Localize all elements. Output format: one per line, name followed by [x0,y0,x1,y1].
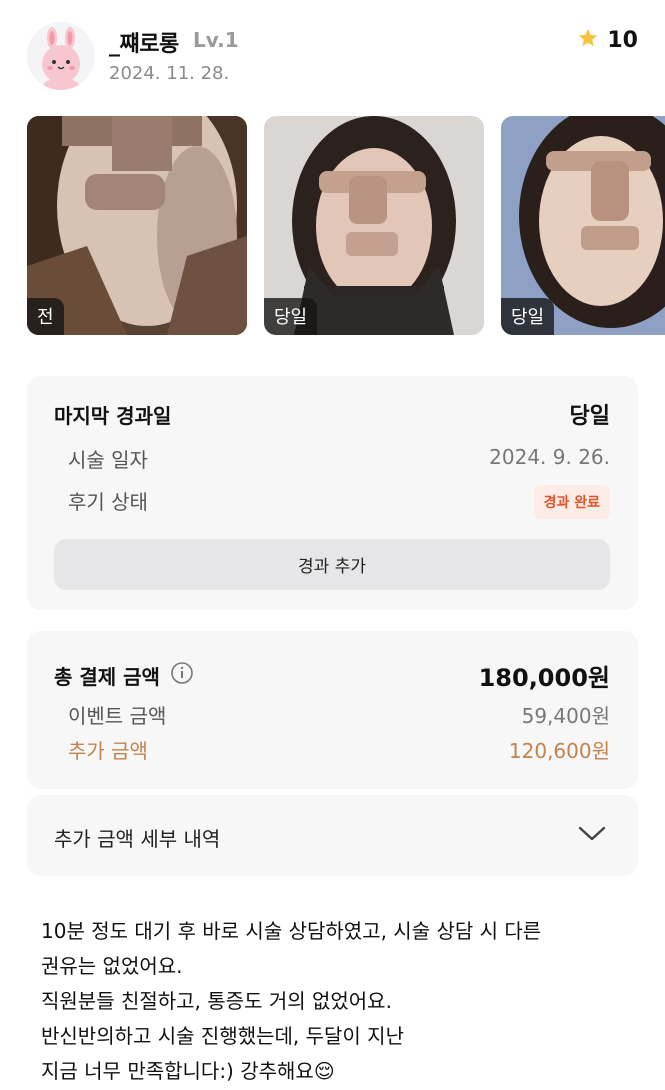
review-line: 권유는 없었어요. [41,954,183,978]
photo-day-of[interactable]: 당일 [501,116,665,335]
photo-gallery[interactable]: 전 당일 당일 [27,116,665,336]
procedure-date-label: 시술 일자 [68,448,148,472]
username[interactable]: _쨰로롱 [109,26,179,58]
event-amount-label: 이벤트 금액 [68,704,167,728]
relieved-face-emoji: 😌 [313,1059,335,1083]
last-progress-label: 마지막 경과일 [54,404,172,428]
photo-label: 전 [27,298,64,335]
review-line-last: 지금 너무 만족합니다:) 강추해요😌 [41,1054,641,1089]
payment-card: 총 결제 금액 180,000원 이벤트 금액 59,400원 추가 금액 12… [27,631,638,789]
total-payment-value: 180,000원 [478,664,610,692]
extra-amount-value: 120,600원 [508,739,610,763]
rating: 10 [577,27,638,53]
review-text: 10분 정도 대기 후 바로 시술 상담하였고, 시술 상담 시 다른 권유는 … [41,914,641,1089]
last-progress-value: 당일 [569,404,610,429]
review-status-label: 후기 상태 [68,490,148,514]
add-progress-button[interactable]: 경과 추가 [54,539,610,590]
review-line: 지금 너무 만족합니다:) 강추해요 [41,1059,314,1083]
chevron-down-icon[interactable] [578,825,606,847]
review-line: 10분 정도 대기 후 바로 시술 상담하였고, 시술 상담 시 다른 [41,919,542,943]
bunny-avatar-icon[interactable] [27,22,95,90]
star-icon [577,27,599,53]
progress-card: 마지막 경과일 당일 시술 일자 2024. 9. 26. 후기 상태 경과 완… [27,376,638,610]
event-amount-value: 59,400원 [521,704,610,728]
photo-label: 당일 [264,298,318,335]
photo-label: 당일 [501,298,555,335]
extra-amount-details-label: 추가 금액 세부 내역 [54,827,221,851]
rating-score: 10 [607,27,638,53]
total-payment-label: 총 결제 금액 [54,665,160,689]
extra-amount-details-toggle[interactable]: 추가 금액 세부 내역 [27,795,638,876]
extra-amount-label: 추가 금액 [68,739,148,763]
user-level: Lv.1 [193,28,239,52]
review-line: 직원분들 친절하고, 통증도 거의 없었어요. [41,989,392,1013]
review-line: 반신반의하고 시술 진행했는데, 두달이 지난 [41,1024,404,1048]
photo-day-of[interactable]: 당일 [264,116,484,335]
photo-before[interactable]: 전 [27,116,247,335]
post-date: 2024. 11. 28. [109,63,230,84]
info-icon[interactable] [170,661,194,690]
status-badge: 경과 완료 [533,485,610,519]
procedure-date-value: 2024. 9. 26. [489,445,610,469]
total-payment-label-row: 총 결제 금액 [54,661,194,690]
